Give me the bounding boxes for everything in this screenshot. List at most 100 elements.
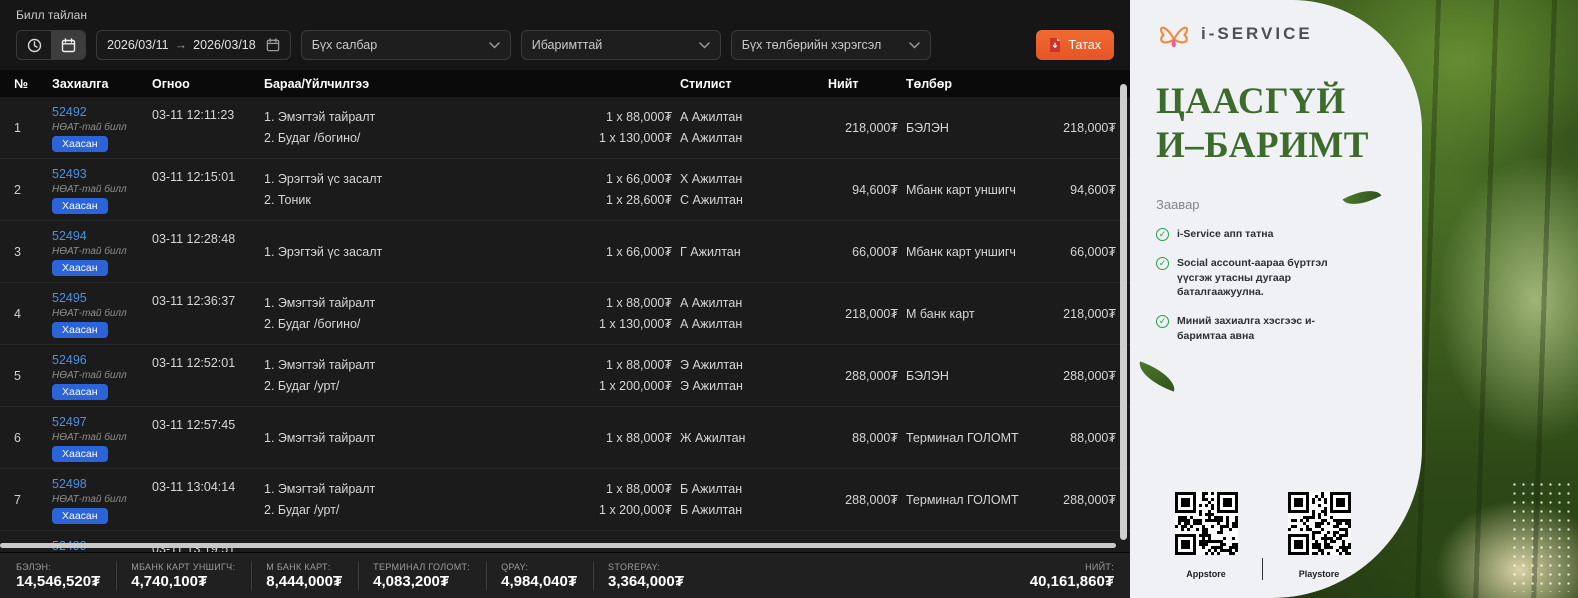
table-row[interactable]: 7 52498 НӨАТ-тай билл Хаасан 03-11 13:04… [0,469,1130,531]
item-list: 1. Эмэгтэй тайралт2. Будаг /урт/ [264,345,536,406]
qr-row: Appstore Playstore [1160,492,1365,580]
report-panel: Билл тайлан 2026/03/11 → 2026/03/18 Бүх … [0,0,1130,598]
order-link[interactable]: 52495 [52,291,144,305]
table-row[interactable]: 3 52494 НӨАТ-тай билл Хаасан 03-11 12:28… [0,221,1130,283]
payment-method: Терминал ГОЛОМТ [906,407,1030,468]
step-text: i-Service апп татна [1177,227,1273,242]
row-number: 7 [14,469,44,530]
stylist-list: Э АжилтанЭ Ажилтан [680,345,820,406]
item-line: 2. Будаг /богино/ [264,131,536,145]
price-list: 1 x 66,000₮ [544,221,672,282]
table-row[interactable]: 5 52496 НӨАТ-тай билл Хаасан 03-11 12:52… [0,345,1130,407]
order-cell: 52493 НӨАТ-тай билл Хаасан [52,159,144,220]
header-order: Захиалга [52,77,144,91]
summary-label: STOREPAY: [608,562,684,572]
row-amount: 288,000₮ [1038,469,1116,530]
bill-type-label: НӨАТ-тай билл [52,432,144,443]
payment-method: БЭЛЭН [906,345,1030,406]
row-total: 88,000₮ [828,407,898,468]
stylist-line: Х Ажилтан [680,172,820,186]
qr-block: Playstore [1273,492,1365,579]
calendar-view-button[interactable] [51,31,85,59]
stylist-line: Э Ажилтан [680,358,820,372]
item-line: 2. Будаг /богино/ [264,317,536,331]
item-list: 1. Хими & Тайралт багц / эрэгтэй / [264,531,536,552]
item-list: 1. Эмэгтэй тайралт2. Будаг /урт/ [264,469,536,530]
stylist-line: Ж Ажилтан [680,431,820,445]
item-list: 1. Эмэгтэй тайралт 2. Будаг /богино/ [264,283,536,344]
header-total: Нийт [828,77,898,91]
table-row[interactable]: 1 52492 НӨАТ-тай билл Хаасан 03-11 12:11… [0,97,1130,159]
vertical-scrollbar[interactable] [1120,84,1127,540]
row-total: 150,000₮ [828,531,898,552]
row-number: 8 [14,531,44,552]
order-datetime: 03-11 13:19:51 [152,531,256,552]
status-badge: Хаасан [52,322,108,338]
order-link[interactable]: 52496 [52,353,144,367]
bill-type-label: НӨАТ-тай билл [52,370,144,381]
ebarimt-select[interactable]: Ибаримттай [521,30,721,60]
price-line: 1 x 88,000₮ [606,296,672,310]
clock-view-button[interactable] [17,31,51,59]
date-start: 2026/03/11 [107,38,169,52]
step-text: Миний захиалга хэсгээс и-баримтаа авна [1177,314,1361,343]
horizontal-scrollbar[interactable] [0,543,1116,548]
promo-panel: i-SERVICE ЦААСГҮЙ И–БАРИМТ Заавар i-Serv… [1130,0,1578,598]
price-list: 1 x 88,000₮1 x 130,000₮ [544,97,672,158]
stylist-line: Б Ажилтан [680,503,820,517]
calendar-icon [61,38,76,53]
toolbar: 2026/03/11 → 2026/03/18 Бүх салбар Ибари… [0,22,1130,70]
row-total: 94,600₮ [828,159,898,220]
chevron-down-icon [909,42,920,49]
row-total: 288,000₮ [828,345,898,406]
item-line: 1. Эмэгтэй тайралт [264,358,536,372]
grand-total: НИЙТ: 40,161,860₮ [1030,562,1114,590]
table-row[interactable]: 8 52499 НӨАТ-тай билл Хаасан 03-11 13:19… [0,531,1130,552]
step-text: Social account-аараа бүртгэл үүсгэж утас… [1177,256,1361,300]
item-line: 1. Эмэгтэй тайралт [264,296,536,310]
row-amount: 218,000₮ [1038,97,1116,158]
date-range-input[interactable]: 2026/03/11 → 2026/03/18 [96,30,291,60]
dot-pattern-decoration [1510,480,1574,592]
stylist-line: А Ажилтан [680,110,820,124]
calendar-icon [266,38,280,52]
instruction-step: Social account-аараа бүртгэл үүсгэж утас… [1156,256,1361,300]
instruction-step: Миний захиалга хэсгээс и-баримтаа авна [1156,314,1361,343]
table-row[interactable]: 6 52497 НӨАТ-тай билл Хаасан 03-11 12:57… [0,407,1130,469]
price-line: 1 x 88,000₮ [606,110,672,124]
row-number: 2 [14,159,44,220]
qr-divider [1262,558,1263,580]
payment-type-select[interactable]: Бүх төлбөрийн хэрэгсэл [731,30,931,60]
promo-card: i-SERVICE ЦААСГҮЙ И–БАРИМТ Заавар i-Serv… [1130,0,1422,598]
summary-label: ТЕРМИНАЛ ГОЛОМТ: [373,562,470,572]
download-label: Татах [1068,38,1101,52]
row-number: 4 [14,283,44,344]
header-payment: Төлбөр [906,77,1030,91]
order-link[interactable]: 52493 [52,167,144,181]
stylist-list: А АжилтанА Ажилтан [680,97,820,158]
order-link[interactable]: 52497 [52,415,144,429]
order-datetime: 03-11 12:36:37 [152,283,256,344]
bill-type-label: НӨАТ-тай билл [52,494,144,505]
stylist-list: А АжилтанА Ажилтан [680,283,820,344]
payment-method: М банк карт [906,531,1030,552]
row-total: 66,000₮ [828,221,898,282]
branch-select[interactable]: Бүх салбар [301,30,511,60]
brand-name: i-SERVICE [1201,24,1313,44]
promo-heading-line2: И–БАРИМТ [1156,124,1396,168]
order-datetime: 03-11 12:28:48 [152,221,256,282]
item-list: 1. Эмэгтэй тайралт2. Будаг /богино/ [264,97,536,158]
row-number: 6 [14,407,44,468]
table-row[interactable]: 4 52495 НӨАТ-тай билл Хаасан 03-11 12:36… [0,283,1130,345]
order-datetime: 03-11 12:15:01 [152,159,256,220]
row-amount: 150,000₮ [1038,531,1116,552]
stylist-list: Х АжилтанС Ажилтан [680,159,820,220]
check-circle-icon [1156,257,1169,270]
table-row[interactable]: 2 52493 НӨАТ-тай билл Хаасан 03-11 12:15… [0,159,1130,221]
order-link[interactable]: 52498 [52,477,144,491]
order-link[interactable]: 52494 [52,229,144,243]
order-link[interactable]: 52492 [52,105,144,119]
download-button[interactable]: Татах [1036,30,1114,60]
brand-logo: i-SERVICE [1156,18,1396,50]
order-datetime: 03-11 12:52:01 [152,345,256,406]
